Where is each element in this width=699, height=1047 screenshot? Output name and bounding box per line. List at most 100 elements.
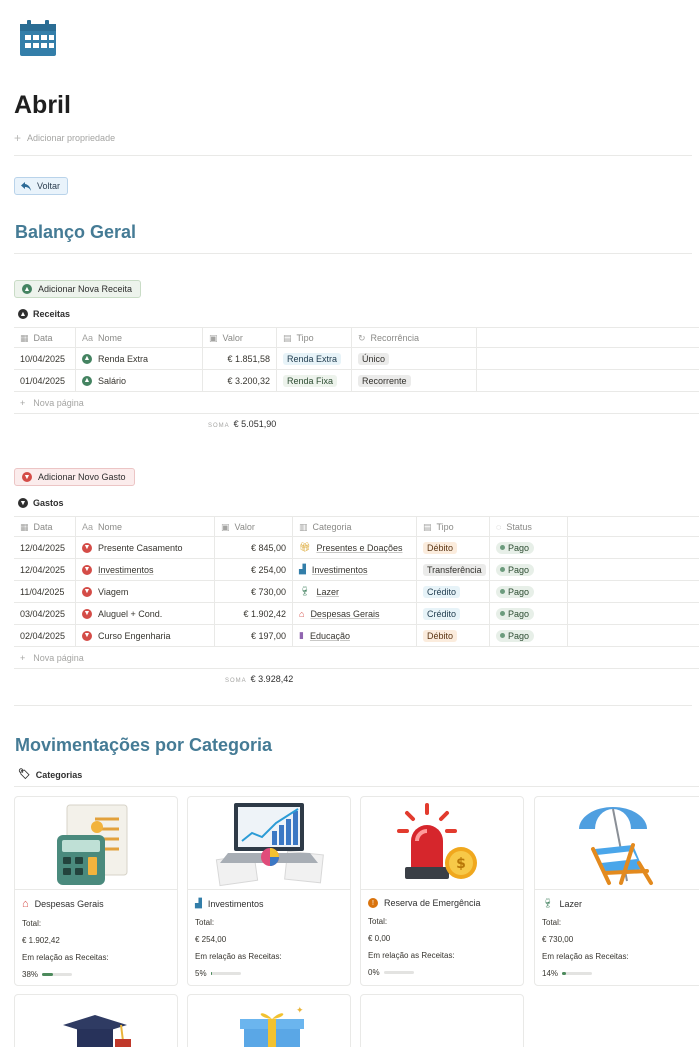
relation-icon: ▥ (299, 521, 308, 532)
add-expense-button[interactable]: ▼ Adicionar Novo Gasto (14, 468, 135, 486)
expense-db-title-label: Gastos (33, 498, 64, 508)
column-header-date[interactable]: ▦ Data (14, 517, 76, 537)
calendar-icon: ▦ (20, 332, 29, 343)
column-header-recurrence[interactable]: ↻ Recorrência (352, 328, 477, 348)
gift-icon: ✦ (240, 1006, 304, 1047)
arrow-up-circle-icon: ▲ (22, 284, 32, 294)
cell-name: ▼ Investimentos (76, 559, 215, 580)
category-link[interactable]: Presentes e Doações (316, 543, 402, 553)
table-row[interactable]: 01/04/2025 ▲ Salário € 3.200,32 Renda Fix… (14, 370, 699, 392)
drinks-icon: 🍷︎ (542, 898, 554, 908)
status-badge: Pago (496, 607, 535, 620)
percent-value: 0% (368, 968, 380, 977)
cell-recurrence: Único (352, 348, 477, 369)
categories-db-title[interactable]: 🏷︎ Categorias (18, 769, 82, 780)
category-card-reserva-de-emergencia[interactable]: $ ! Reserva de Emergência Total: € 0,00 E… (360, 796, 524, 986)
expense-sum: SOMA € 3.928,42 (225, 674, 293, 684)
column-header-status[interactable]: ◌ Status (490, 517, 568, 537)
new-page-label: Nova página (33, 652, 84, 663)
category-link[interactable]: Lazer (316, 587, 339, 597)
category-card-lazer[interactable]: 🍷︎ Lazer Total: € 730,00 Em relação as Re… (534, 796, 699, 986)
total-value: € 0,00 (368, 934, 391, 943)
table-row[interactable]: 12/04/2025 ▼ Presente Casamento € 845,00 … (14, 537, 699, 559)
arrow-down-circle-icon: ▼ (82, 564, 92, 575)
expense-db-title[interactable]: ▼ Gastos (18, 498, 64, 508)
column-header-name[interactable]: Aa Nome (76, 328, 203, 348)
number-icon: ▣ (221, 521, 230, 532)
table-row[interactable]: 03/04/2025 ▼ Aluguel + Cond. € 1.902,42 ⌂… (14, 603, 699, 625)
column-header-name[interactable]: Aa Nome (76, 517, 215, 537)
cell-value: € 3.200,32 (203, 370, 277, 391)
add-income-button[interactable]: ▲ Adicionar Nova Receita (14, 280, 142, 298)
cell-date: 02/04/2025 (14, 625, 76, 646)
new-page-button[interactable]: + Nova página (14, 392, 699, 414)
status-label: Pago (508, 608, 530, 619)
category-link[interactable]: Educação (310, 631, 350, 641)
name-label: Viagem (98, 586, 129, 597)
house-icon: ⌂ (22, 898, 29, 910)
total-label: Total: (22, 919, 42, 928)
column-header-category[interactable]: ▥ Categoria (293, 517, 417, 537)
cell-name: ▲ Renda Extra (76, 348, 203, 369)
card-title-label: Despesas Gerais (34, 899, 104, 909)
category-card-presentes[interactable]: ✦ (187, 994, 351, 1047)
column-header-date[interactable]: ▦ Data (14, 328, 76, 348)
category-link[interactable]: Despesas Gerais (310, 609, 379, 619)
relation-label: Em relação as Receitas: (22, 953, 109, 962)
new-page-button[interactable]: + Nova página (14, 647, 699, 669)
progress-fill (562, 972, 567, 975)
status-dot (500, 545, 505, 550)
tag-icon: 🏷︎ (18, 769, 31, 780)
plus-icon: + (20, 652, 26, 663)
cell-status: Pago (490, 603, 568, 624)
cell-name: ▼ Presente Casamento (76, 537, 215, 558)
column-header-value[interactable]: ▣ Valor (215, 517, 293, 537)
card-title-label: Lazer (559, 898, 582, 909)
cell-spacer (568, 603, 699, 624)
income-sum: SOMA € 5.051,90 (208, 419, 276, 429)
relation-label: Em relação as Receitas: (542, 952, 629, 961)
column-header-type[interactable]: ▤ Tipo (417, 517, 490, 537)
calendar-icon: ▦ (20, 521, 29, 532)
table-row[interactable]: 12/04/2025 ▼ Investimentos € 254,00 ▟ Inve… (14, 559, 699, 581)
column-label: Tipo (296, 333, 314, 343)
cell-name: ▼ Viagem (76, 581, 215, 602)
type-tag: Débito (423, 629, 458, 642)
column-header-type[interactable]: ▤ Tipo (277, 328, 352, 348)
income-db-title-label: Receitas (33, 309, 71, 319)
categories-db-title-label: Categorias (35, 769, 83, 780)
column-spacer (477, 328, 699, 348)
cell-value: € 845,00 (215, 537, 293, 558)
category-card-investimentos[interactable]: ▟ Investimentos Total: € 254,00 Em relaçã… (187, 796, 351, 986)
column-label: Categoria (312, 522, 352, 532)
cell-value: € 254,00 (215, 559, 293, 580)
cell-category: ⌂ Despesas Gerais (293, 603, 417, 624)
name-label: Investimentos (98, 564, 154, 575)
column-label: Nome (98, 333, 123, 343)
category-card-empty[interactable] (360, 994, 524, 1047)
cell-type: Renda Fixa (277, 370, 352, 391)
category-link[interactable]: Investimentos (312, 565, 368, 575)
progress-track (383, 971, 414, 974)
sum-value: € 3.928,42 (250, 674, 294, 684)
gift-icon: 🎁︎ (299, 542, 311, 552)
calculator-image (15, 797, 177, 890)
table-row[interactable]: 10/04/2025 ▲ Renda Extra € 1.851,58 Renda… (14, 348, 699, 370)
cell-type: Débito (417, 537, 490, 558)
category-card-despesas-gerais[interactable]: ⌂ Despesas Gerais Total: € 1.902,42 Em re… (14, 796, 178, 986)
emergency-image: $ (361, 797, 523, 890)
table-row[interactable]: 02/04/2025 ▼ Curso Engenharia € 197,00 ▮ E… (14, 625, 699, 647)
percent-bar: 38% (22, 970, 170, 979)
back-button[interactable]: Voltar (14, 177, 69, 195)
number-icon: ▣ (209, 332, 218, 343)
column-header-value[interactable]: ▣ Valor (203, 328, 277, 348)
cell-date: 12/04/2025 (14, 559, 76, 580)
cell-name: ▲ Salário (76, 370, 203, 391)
income-db-title[interactable]: ▲ Receitas (18, 309, 70, 319)
recurrence-tag: Recorrente (358, 374, 411, 387)
table-row[interactable]: 11/04/2025 ▼ Viagem € 730,00 🍷︎ Lazer Créd… (14, 581, 699, 603)
category-card-educacao[interactable] (14, 994, 178, 1047)
column-label: Valor (222, 333, 243, 343)
add-property-button[interactable]: + Adicionar propriedade (14, 131, 115, 145)
progress-track (42, 973, 73, 976)
